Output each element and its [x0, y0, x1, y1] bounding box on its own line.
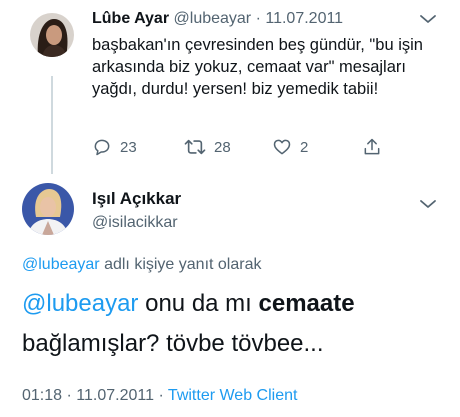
like-button[interactable]: 2 — [272, 137, 308, 157]
like-icon — [273, 139, 291, 155]
tweet2-mention[interactable]: @lubeayar — [22, 290, 138, 317]
reply-to-mention[interactable]: @lubeayar — [22, 256, 100, 273]
tweet2-client[interactable]: Twitter Web Client — [168, 387, 298, 404]
share-icon — [364, 138, 380, 155]
retweet-button[interactable]: 28 — [184, 137, 231, 157]
more-icon[interactable] — [418, 11, 438, 27]
reply-count: 23 — [120, 138, 137, 156]
thread-connector-line — [51, 76, 53, 174]
reply-context: @lubeayar adlı kişiye yanıt olarak — [22, 256, 261, 274]
tweet2-separator: · — [66, 387, 72, 404]
more-icon[interactable] — [418, 196, 438, 212]
tweet2-separator-2: · — [158, 387, 164, 404]
tweet1-header: Lûbe Ayar @lubeayar · 11.07.2011 — [92, 9, 343, 29]
share-button[interactable] — [362, 137, 390, 157]
tweet2-meta: 01:18 · 11.07.2011 · Twitter Web Client — [22, 387, 297, 405]
reply-button[interactable]: 23 — [92, 137, 137, 157]
retweet-count: 28 — [214, 138, 231, 156]
tweet2-text-part1: onu da mı — [138, 290, 259, 317]
tweet2-time[interactable]: 01:18 — [22, 387, 62, 404]
tweet1-text: başbakan'ın çevresinden beş gündür, "bu … — [92, 36, 423, 98]
tweet1-separator: · — [255, 10, 261, 27]
reply-icon — [94, 139, 110, 156]
tweet1-actions: 23 28 2 — [92, 137, 392, 159]
avatar-isilacikkar[interactable] — [22, 183, 74, 235]
tweet2-date[interactable]: 11.07.2011 — [76, 387, 154, 404]
tweet2-text-part2: bağlamışlar? tövbe tövbee... — [22, 330, 324, 357]
retweet-icon — [184, 139, 206, 155]
like-count: 2 — [300, 138, 309, 156]
tweet1-author-name[interactable]: Lûbe Ayar — [92, 10, 169, 27]
tweet1-date[interactable]: 11.07.2011 — [265, 10, 343, 27]
tweet1-author-handle[interactable]: @lubeayar — [174, 10, 252, 27]
tweet2-author-name[interactable]: Işıl Açıkkar — [92, 189, 181, 209]
tweet2-author-handle[interactable]: @isilacikkar — [92, 214, 178, 232]
avatar-lubeayar[interactable] — [30, 13, 74, 57]
tweet2-text: @lubeayar onu da mı cemaate bağlamışlar?… — [22, 284, 442, 364]
tweet2-text-bold: cemaate — [258, 290, 355, 317]
reply-to-suffix: adlı kişiye yanıt olarak — [99, 256, 262, 273]
